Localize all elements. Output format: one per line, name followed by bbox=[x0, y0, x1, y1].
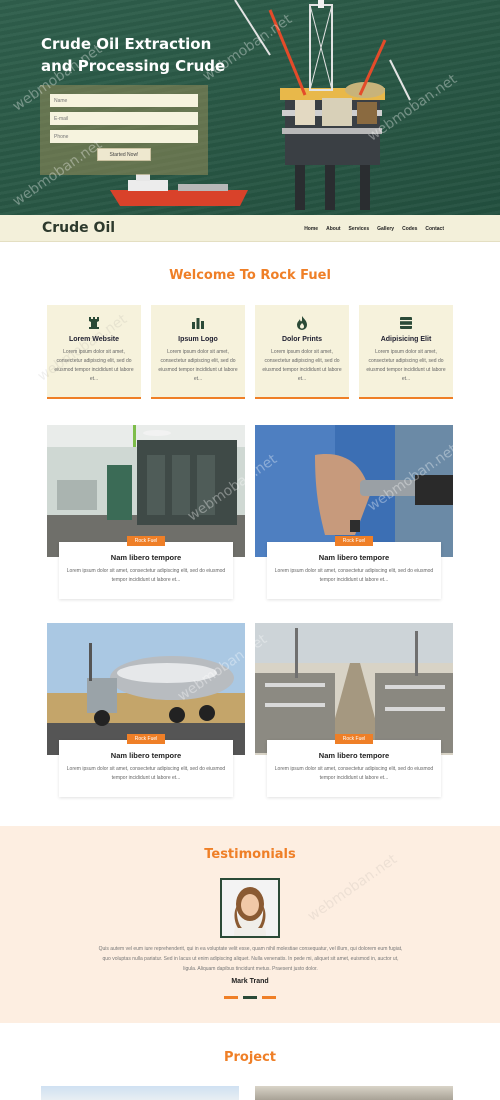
feature-title: Ipsum Logo bbox=[178, 336, 218, 343]
feature-card: Ipsum Logo Lorem ipsum dolor sit amet, c… bbox=[151, 305, 245, 399]
nav-menu: Home About Services Gallery Codes Contac… bbox=[304, 226, 444, 232]
project-image[interactable] bbox=[41, 1086, 239, 1100]
card-desc: Lorem ipsum dolor sit amet, consectetur … bbox=[66, 568, 226, 583]
feature-desc: Lorem ipsum dolor sit amet, consectetur … bbox=[54, 349, 134, 382]
fire-icon bbox=[297, 316, 307, 330]
carousel-dot-3[interactable] bbox=[262, 996, 276, 999]
card-desc: Lorem ipsum dolor sit amet, consectetur … bbox=[274, 766, 434, 781]
card-title: Nam libero tempore bbox=[110, 553, 182, 562]
service-card[interactable]: Rock Fuel Nam libero tempore Lorem ipsum… bbox=[267, 734, 441, 797]
feature-card: Lorem Website Lorem ipsum dolor sit amet… bbox=[47, 305, 141, 399]
service-card[interactable]: Rock Fuel Nam libero tempore Lorem ipsum… bbox=[59, 536, 233, 599]
carousel-dots bbox=[224, 996, 276, 999]
avatar bbox=[220, 878, 280, 938]
feature-desc: Lorem ipsum dolor sit amet, consectetur … bbox=[262, 349, 342, 382]
hero-banner: Crude Oil Extraction and Processing Crud… bbox=[0, 0, 500, 215]
hero-title: Crude Oil Extraction and Processing Crud… bbox=[41, 35, 226, 75]
nav-item-contact[interactable]: Contact bbox=[425, 226, 444, 232]
nav-item-services[interactable]: Services bbox=[349, 226, 370, 232]
person-photo bbox=[222, 880, 278, 936]
feature-title: Adipisicing Elit bbox=[380, 336, 432, 343]
category-badge: Rock Fuel bbox=[335, 734, 373, 744]
card-title: Nam libero tempore bbox=[318, 751, 390, 760]
signup-form: Started Now! bbox=[40, 85, 208, 175]
service-card[interactable]: Rock Fuel Nam libero tempore Lorem ipsum… bbox=[59, 734, 233, 797]
category-badge: Rock Fuel bbox=[127, 734, 165, 744]
card-desc: Lorem ipsum dolor sit amet, consectetur … bbox=[274, 568, 434, 583]
nav-item-gallery[interactable]: Gallery bbox=[377, 226, 394, 232]
start-now-button[interactable]: Started Now! bbox=[97, 148, 151, 161]
card-title: Nam libero tempore bbox=[318, 553, 390, 562]
carousel-dot-2[interactable] bbox=[243, 996, 257, 999]
carousel-dot-1[interactable] bbox=[224, 996, 238, 999]
supply-ship-image bbox=[110, 174, 248, 206]
nav-item-codes[interactable]: Codes bbox=[402, 226, 417, 232]
welcome-title: Welcome To Rock Fuel bbox=[169, 268, 331, 283]
nav-item-home[interactable]: Home bbox=[304, 226, 318, 232]
category-badge: Rock Fuel bbox=[127, 536, 165, 546]
email-field[interactable] bbox=[50, 112, 198, 125]
phone-field[interactable] bbox=[50, 130, 198, 143]
category-badge: Rock Fuel bbox=[335, 536, 373, 546]
card-title: Nam libero tempore bbox=[110, 751, 182, 760]
feature-card: Adipisicing Elit Lorem ipsum dolor sit a… bbox=[359, 305, 453, 399]
name-field[interactable] bbox=[50, 94, 198, 107]
feature-desc: Lorem ipsum dolor sit amet, consectetur … bbox=[158, 349, 238, 382]
testimonials-section: Testimonials Quis autem vel eum iure rep… bbox=[0, 826, 500, 1023]
project-title: Project bbox=[223, 1050, 277, 1065]
chess-rook-icon bbox=[89, 317, 99, 329]
nav-item-about[interactable]: About bbox=[326, 226, 340, 232]
service-card[interactable]: Rock Fuel Nam libero tempore Lorem ipsum… bbox=[267, 536, 441, 599]
feature-desc: Lorem ipsum dolor sit amet, consectetur … bbox=[366, 349, 446, 382]
testimonial-quote: Quis autem vel eum iure reprehenderit, q… bbox=[98, 946, 403, 972]
barrel-icon bbox=[400, 317, 412, 329]
testimonial-author: Mark Trand bbox=[231, 978, 269, 985]
feature-card: Dolor Prints Lorem ipsum dolor sit amet,… bbox=[255, 305, 349, 399]
feature-title: Dolor Prints bbox=[281, 336, 323, 343]
feature-title: Lorem Website bbox=[68, 336, 120, 343]
bar-chart-icon bbox=[192, 318, 204, 329]
main-navbar: Crude Oil Home About Services Gallery Co… bbox=[0, 215, 500, 242]
card-desc: Lorem ipsum dolor sit amet, consectetur … bbox=[66, 766, 226, 781]
site-logo[interactable]: Crude Oil bbox=[42, 220, 115, 236]
project-image[interactable] bbox=[255, 1086, 453, 1100]
testimonials-title: Testimonials bbox=[204, 847, 296, 862]
